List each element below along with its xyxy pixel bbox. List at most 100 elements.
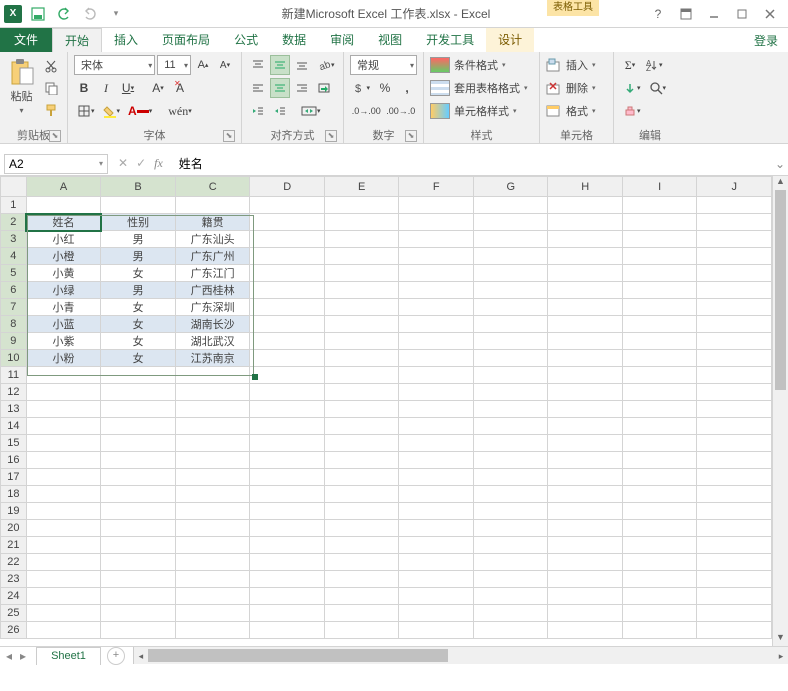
cell[interactable]: 男 — [101, 248, 176, 265]
cell[interactable] — [623, 350, 697, 367]
cell[interactable]: 性别 — [101, 214, 176, 231]
sheet-tab-sheet1[interactable]: Sheet1 — [36, 647, 101, 665]
cell[interactable] — [473, 588, 548, 605]
row-header[interactable]: 15 — [1, 435, 27, 452]
cell[interactable] — [399, 469, 473, 486]
cell[interactable] — [250, 299, 325, 316]
horizontal-scroll-thumb[interactable] — [148, 649, 448, 662]
tab-formulas[interactable]: 公式 — [222, 28, 270, 52]
cell[interactable]: 小红 — [26, 231, 101, 248]
cell[interactable] — [548, 248, 623, 265]
cell[interactable] — [473, 282, 548, 299]
cell[interactable] — [473, 571, 548, 588]
cell[interactable] — [26, 401, 101, 418]
sheet-nav-prev-button[interactable]: ◂ — [6, 649, 12, 663]
cell[interactable] — [175, 537, 250, 554]
cell[interactable] — [697, 452, 772, 469]
cell[interactable] — [623, 418, 697, 435]
cell[interactable] — [473, 520, 548, 537]
paste-button[interactable]: 粘贴 ▾ — [6, 54, 37, 115]
cell[interactable] — [399, 316, 473, 333]
cell[interactable] — [697, 299, 772, 316]
cell[interactable] — [473, 299, 548, 316]
cell[interactable] — [473, 214, 548, 231]
align-right-button[interactable] — [292, 78, 312, 98]
cell[interactable] — [697, 605, 772, 622]
scroll-up-button[interactable]: ▲ — [773, 176, 788, 190]
cell[interactable] — [399, 299, 473, 316]
qat-redo-button[interactable] — [80, 4, 100, 24]
column-header[interactable]: J — [697, 177, 772, 197]
formula-input[interactable] — [173, 157, 772, 171]
cell[interactable] — [175, 401, 250, 418]
cell[interactable] — [175, 197, 250, 214]
cell[interactable]: 小蓝 — [26, 316, 101, 333]
name-box[interactable]: ▾ — [4, 154, 108, 174]
increase-font-size-button[interactable]: A▴ — [193, 55, 213, 75]
cell[interactable] — [324, 197, 399, 214]
cell[interactable] — [399, 282, 473, 299]
cell[interactable] — [548, 486, 623, 503]
cell[interactable] — [697, 265, 772, 282]
cell[interactable] — [175, 503, 250, 520]
cell[interactable] — [623, 571, 697, 588]
cell[interactable] — [623, 503, 697, 520]
cell[interactable] — [697, 333, 772, 350]
cell[interactable] — [175, 588, 250, 605]
cell[interactable] — [250, 265, 325, 282]
cancel-formula-button[interactable]: ✕ — [118, 156, 128, 171]
cell[interactable] — [250, 316, 325, 333]
comma-format-button[interactable]: , — [397, 78, 417, 98]
cell[interactable] — [101, 452, 176, 469]
row-header[interactable]: 11 — [1, 367, 27, 384]
tab-insert[interactable]: 插入 — [102, 28, 150, 52]
number-dialog-launcher[interactable]: ⬊ — [405, 130, 417, 142]
cell[interactable] — [399, 418, 473, 435]
cell[interactable] — [324, 537, 399, 554]
cell[interactable] — [175, 622, 250, 639]
cell[interactable] — [26, 554, 101, 571]
cell[interactable] — [399, 265, 473, 282]
cell[interactable] — [250, 197, 325, 214]
cell[interactable] — [324, 452, 399, 469]
cell[interactable] — [548, 622, 623, 639]
insert-cells-button[interactable]: 插入▾ — [546, 54, 607, 76]
cell[interactable] — [623, 435, 697, 452]
cell[interactable] — [623, 197, 697, 214]
cell[interactable] — [250, 452, 325, 469]
cell[interactable] — [623, 452, 697, 469]
cell[interactable] — [548, 571, 623, 588]
cell[interactable] — [324, 316, 399, 333]
cell[interactable] — [623, 605, 697, 622]
cell[interactable] — [250, 537, 325, 554]
cut-button[interactable] — [41, 56, 61, 76]
cell[interactable] — [26, 486, 101, 503]
cell[interactable] — [548, 384, 623, 401]
cell[interactable] — [26, 605, 101, 622]
row-header[interactable]: 5 — [1, 265, 27, 282]
cell[interactable] — [473, 435, 548, 452]
cell[interactable] — [697, 486, 772, 503]
cell[interactable] — [26, 452, 101, 469]
cell[interactable] — [324, 384, 399, 401]
cell[interactable] — [101, 537, 176, 554]
font-dialog-launcher[interactable]: ⬊ — [223, 130, 235, 142]
accounting-format-button[interactable]: $▾ — [350, 78, 373, 98]
sheet-nav-next-button[interactable]: ▸ — [20, 649, 26, 663]
cell[interactable] — [101, 486, 176, 503]
column-header[interactable]: H — [548, 177, 623, 197]
cell[interactable] — [101, 384, 176, 401]
font-name-combo[interactable]: 宋体▾ — [74, 55, 155, 75]
cell[interactable] — [26, 418, 101, 435]
cell[interactable] — [26, 571, 101, 588]
cell[interactable] — [399, 554, 473, 571]
help-button[interactable]: ? — [646, 4, 670, 24]
row-header[interactable]: 21 — [1, 537, 27, 554]
cell[interactable] — [548, 435, 623, 452]
column-header[interactable]: B — [101, 177, 176, 197]
cell[interactable] — [26, 520, 101, 537]
autosum-button[interactable]: Σ▾ — [620, 55, 640, 75]
cell[interactable]: 男 — [101, 282, 176, 299]
cell[interactable] — [473, 333, 548, 350]
cell[interactable] — [548, 333, 623, 350]
